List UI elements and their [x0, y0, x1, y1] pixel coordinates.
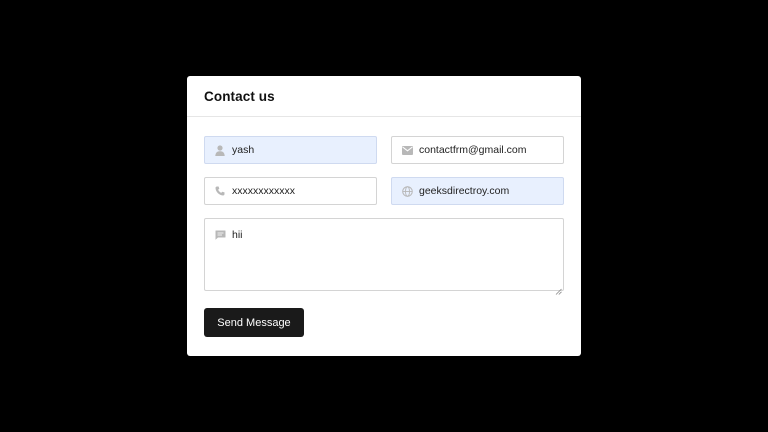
email-field[interactable]: contactfrm@gmail.com: [391, 136, 564, 164]
card-header: Contact us: [187, 76, 581, 117]
contact-form-card: Contact us yash contactfrm@gmail.com xxx…: [187, 76, 581, 356]
website-value: geeksdirectroy.com: [419, 185, 510, 197]
message-value: hii: [232, 229, 243, 241]
user-icon: [214, 144, 226, 156]
message-textarea[interactable]: hii: [204, 218, 564, 295]
phone-icon: [214, 185, 226, 197]
send-message-button[interactable]: Send Message: [204, 308, 304, 337]
phone-value: xxxxxxxxxxxx: [232, 185, 295, 197]
form-title: Contact us: [204, 89, 275, 104]
name-value: yash: [232, 144, 255, 156]
resize-grip-icon[interactable]: [555, 282, 562, 295]
chat-icon: [214, 229, 226, 241]
phone-field[interactable]: xxxxxxxxxxxx: [204, 177, 377, 205]
website-field[interactable]: geeksdirectroy.com: [391, 177, 564, 205]
name-field[interactable]: yash: [204, 136, 377, 164]
globe-icon: [401, 185, 413, 197]
envelope-icon: [401, 144, 413, 156]
email-value: contactfrm@gmail.com: [419, 144, 527, 156]
